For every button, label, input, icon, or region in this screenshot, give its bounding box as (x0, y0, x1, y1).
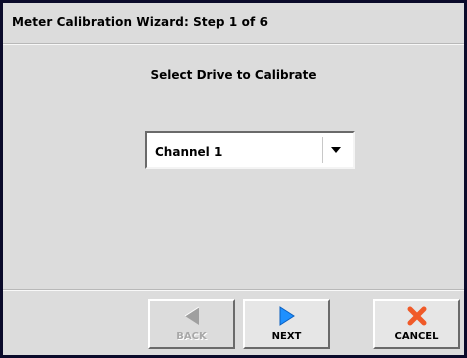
drive-select-value: Channel 1 (155, 145, 223, 159)
next-button[interactable]: NEXT (243, 299, 330, 349)
back-button[interactable]: BACK (148, 299, 235, 349)
page-heading: Select Drive to Calibrate (150, 68, 317, 82)
chevron-down-icon[interactable] (322, 137, 349, 163)
footer-divider-highlight (3, 290, 464, 291)
wizard-window: Meter Calibration Wizard: Step 1 of 6 Se… (0, 0, 467, 358)
drive-select-dropdown[interactable]: Channel 1 (145, 131, 355, 169)
cancel-button[interactable]: CANCEL (373, 299, 460, 349)
back-arrow-icon (150, 305, 233, 327)
next-button-label: NEXT (271, 331, 302, 342)
cancel-x-icon (375, 305, 458, 327)
title-bar: Meter Calibration Wizard: Step 1 of 6 (3, 3, 464, 44)
cancel-button-label: CANCEL (394, 331, 439, 342)
back-button-label: BACK (176, 331, 207, 342)
next-arrow-icon (245, 305, 328, 327)
window-title: Meter Calibration Wizard: Step 1 of 6 (12, 15, 269, 29)
title-divider (3, 44, 464, 45)
